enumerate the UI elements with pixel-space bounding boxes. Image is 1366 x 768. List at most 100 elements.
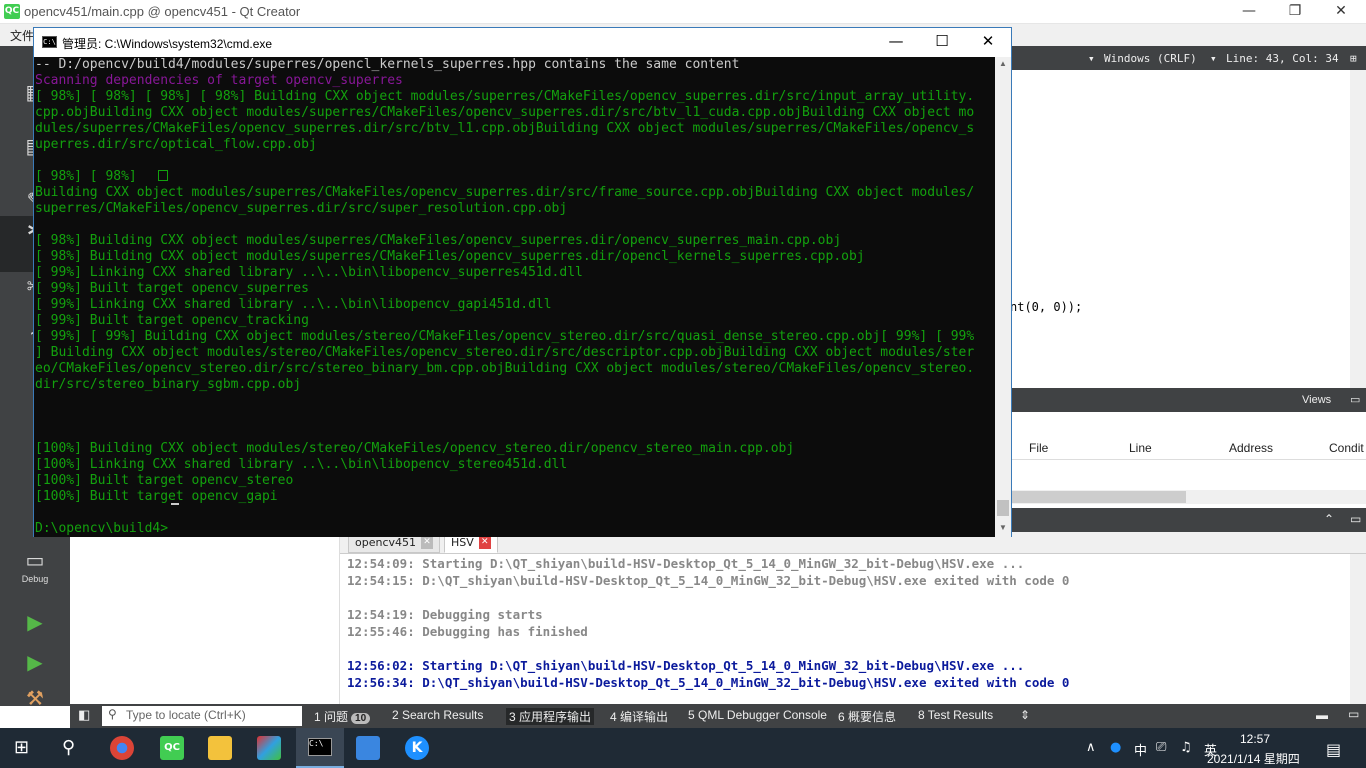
close-pane-icon[interactable]: ▭ bbox=[1350, 512, 1361, 526]
close-icon[interactable]: ✕ bbox=[478, 537, 491, 549]
cmd-line: D:\opencv\build4> bbox=[35, 521, 169, 536]
cmd-line: Building CXX object modules/superres/CMa… bbox=[35, 185, 975, 200]
cmd-line: [ 98%] [ 98%] [ 98%] [ 98%] Building CXX… bbox=[35, 89, 975, 104]
status-tab[interactable]: 3 应用程序输出 bbox=[506, 708, 595, 725]
close-button[interactable]: ✕ bbox=[1318, 0, 1364, 24]
line-ending-selector[interactable]: Windows (CRLF) bbox=[1104, 52, 1197, 65]
kit-selector[interactable]: ▭ Debug bbox=[0, 546, 70, 596]
output-line: 12:55:46: Debugging has finished bbox=[347, 624, 588, 639]
clock-date[interactable]: 2021/1/14 星期四 bbox=[1207, 750, 1300, 767]
code-editor[interactable] bbox=[1012, 70, 1350, 388]
status-tab[interactable]: 6 概要信息 bbox=[838, 708, 896, 725]
column-address[interactable]: Address bbox=[1229, 441, 1273, 455]
network-icon[interactable]: ⎚ bbox=[1156, 740, 1166, 755]
code-fragment: nt(0, 0)); bbox=[1010, 300, 1083, 314]
column-line[interactable]: Line bbox=[1129, 441, 1152, 455]
progress-toggle-icon[interactable]: ▬ bbox=[1316, 708, 1328, 722]
menu-file[interactable]: 文件 bbox=[10, 27, 34, 44]
cmd-titlebar[interactable]: C:\ 管理员: C:\Windows\system32\cmd.exe — ☐… bbox=[34, 28, 1011, 57]
split-icon[interactable]: ⊞ bbox=[1350, 52, 1357, 65]
cmd-scrollbar[interactable]: ▲ ▼ bbox=[995, 57, 1011, 537]
output-tab-hsv[interactable]: HSV ✕ bbox=[444, 535, 498, 553]
scroll-down-icon[interactable]: ▼ bbox=[999, 523, 1007, 532]
cmd-maximize-button[interactable]: ☐ bbox=[919, 28, 965, 57]
tray-k-icon[interactable]: ● bbox=[1110, 740, 1121, 755]
status-tab[interactable]: 2 Search Results bbox=[392, 708, 483, 722]
window-title: opencv451/main.cpp @ opencv451 - Qt Crea… bbox=[24, 4, 301, 19]
cmd-line: [ 99%] Linking CXX shared library ..\..\… bbox=[35, 297, 552, 312]
status-tab-label: 1 问题 bbox=[314, 710, 349, 724]
cmd-line: dules/superres/CMakeFiles/opencv_superre… bbox=[35, 121, 975, 136]
cmd-line: [100%] Built target opencv_stereo bbox=[35, 473, 294, 488]
tray-input-icon[interactable]: 中 bbox=[1134, 740, 1147, 759]
chevron-down-icon[interactable]: ▾ bbox=[1088, 52, 1095, 65]
cmd-line: -- D:/opencv/build4/modules/superres/ope… bbox=[35, 57, 740, 72]
cmd-line: dir/src/stereo_binary_sgbm.cpp.obj bbox=[35, 377, 302, 392]
status-tab[interactable]: 5 QML Debugger Console bbox=[688, 708, 827, 722]
cmd-line: [ 98%] Building CXX object modules/super… bbox=[35, 233, 842, 248]
tray-chevron-up-icon[interactable]: ∧ bbox=[1086, 740, 1096, 755]
box-glyph-icon bbox=[158, 170, 169, 181]
editor-scrollbar[interactable] bbox=[1350, 70, 1366, 388]
windows-start-icon[interactable]: ⊞ bbox=[14, 737, 29, 758]
status-tab[interactable]: 8 Test Results bbox=[918, 708, 993, 722]
cmd-line: [ 98%] Building CXX object modules/super… bbox=[35, 249, 865, 264]
notepad-icon[interactable] bbox=[356, 736, 380, 760]
file-explorer-icon[interactable] bbox=[208, 736, 232, 760]
column-file[interactable]: File bbox=[1029, 441, 1048, 455]
status-tab-label: 6 概要信息 bbox=[838, 710, 897, 724]
views-menu-icon[interactable]: ▭ bbox=[1350, 393, 1360, 406]
restore-button[interactable]: ❐ bbox=[1272, 0, 1318, 24]
minimize-button[interactable]: — bbox=[1226, 0, 1272, 24]
application-output[interactable]: 12:54:09: Starting D:\QT_shiyan\build-HS… bbox=[340, 554, 1350, 704]
cmd-scroll-thumb[interactable] bbox=[997, 500, 1009, 516]
output-left-area bbox=[70, 532, 340, 704]
k-app-icon[interactable]: K bbox=[405, 736, 429, 760]
cmd-line: [ 99%] [ 99%] Building CXX object module… bbox=[35, 329, 975, 344]
debug-run-button[interactable]: ▶ bbox=[0, 648, 70, 680]
cmd-close-button[interactable]: ✕ bbox=[965, 28, 1011, 57]
status-tab-label: 4 编译输出 bbox=[610, 710, 669, 724]
debug-play-icon: ▶ bbox=[27, 650, 43, 674]
chrome-icon[interactable] bbox=[110, 736, 134, 760]
status-tab[interactable]: 4 编译输出 bbox=[610, 708, 668, 725]
notification-icon[interactable]: ▤ bbox=[1326, 740, 1341, 759]
output-line: 12:56:02: Starting D:\QT_shiyan\build-HS… bbox=[347, 658, 1025, 673]
output-toggle-icon[interactable]: ▭ bbox=[1348, 707, 1359, 721]
triangle-app-icon[interactable] bbox=[257, 736, 281, 760]
output-toolbar: ⌃ ▭ bbox=[1012, 508, 1366, 532]
sidebar-toggle-icon[interactable]: ◧ bbox=[78, 707, 90, 723]
cmd-icon: C:\ bbox=[42, 36, 57, 48]
output-line: 12:54:15: D:\QT_shiyan\build-HSV-Desktop… bbox=[347, 573, 1070, 588]
status-tab[interactable]: 1 问题 10 bbox=[314, 708, 371, 725]
output-scrollbar[interactable] bbox=[1350, 554, 1366, 704]
chevron-down-icon[interactable]: ▾ bbox=[1210, 52, 1217, 65]
breakpoints-hscroll-thumb[interactable] bbox=[1012, 491, 1186, 503]
scroll-up-icon[interactable]: ▲ bbox=[999, 59, 1007, 68]
qt-creator-icon[interactable]: QC bbox=[160, 736, 184, 760]
output-line: 12:54:09: Starting D:\QT_shiyan\build-HS… bbox=[347, 556, 1025, 571]
cursor-position[interactable]: Line: 43, Col: 34 bbox=[1226, 52, 1339, 65]
output-tab-opencv451[interactable]: opencv451 ✕ bbox=[348, 535, 441, 553]
views-button[interactable]: Views bbox=[1302, 394, 1331, 406]
build-button[interactable]: ⚒ bbox=[0, 684, 70, 710]
status-tab-label: 3 应用程序输出 bbox=[509, 710, 592, 724]
cmd-console[interactable]: -- D:/opencv/build4/modules/superres/ope… bbox=[34, 57, 995, 537]
cmd-cursor bbox=[171, 503, 179, 505]
chevron-up-icon[interactable]: ⌃ bbox=[1324, 512, 1334, 526]
cmd-window[interactable]: C:\ 管理员: C:\Windows\system32\cmd.exe — ☐… bbox=[33, 27, 1012, 537]
column-condition[interactable]: Condit bbox=[1329, 441, 1364, 455]
close-icon[interactable]: ✕ bbox=[421, 537, 434, 549]
cmd-minimize-button[interactable]: — bbox=[873, 28, 919, 57]
run-button[interactable]: ▶ bbox=[0, 608, 70, 640]
cmd-line: [ 99%] Built target opencv_tracking bbox=[35, 313, 309, 328]
kit-label: Debug bbox=[21, 574, 49, 584]
monitor-icon: ▭ bbox=[25, 548, 45, 572]
updown-icon[interactable]: ⇕ bbox=[1020, 708, 1030, 722]
search-icon[interactable]: ⚲ bbox=[62, 737, 75, 758]
volume-icon[interactable]: ♫ bbox=[1180, 740, 1192, 755]
search-icon: ⚲ bbox=[108, 707, 117, 721]
clock-time[interactable]: 12:57 bbox=[1240, 732, 1270, 746]
taskbar-cmd-active[interactable]: C:\ bbox=[296, 728, 344, 768]
locator-input[interactable]: ⚲ Type to locate (Ctrl+K) bbox=[102, 706, 302, 726]
